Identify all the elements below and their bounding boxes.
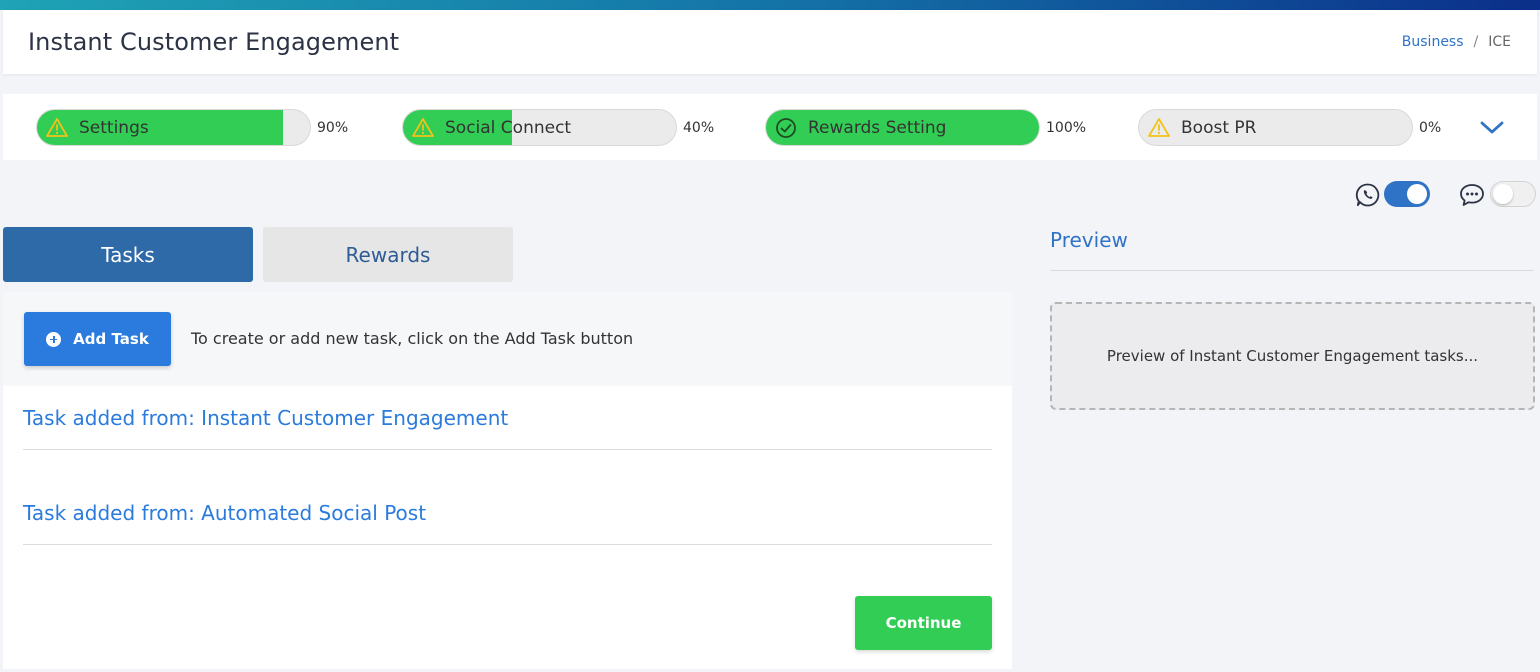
toggle-knob	[1407, 184, 1427, 204]
tasks-panel-header: Add Task To create or add new task, clic…	[3, 292, 1012, 386]
chat-bubble-icon	[1460, 184, 1484, 206]
check-circle-icon	[776, 118, 796, 138]
whatsapp-icon	[1355, 183, 1380, 207]
step-settings-percent: 90%	[317, 120, 349, 136]
step-social-connect[interactable]: Social Connect	[402, 109, 677, 146]
step-boost-pr[interactable]: Boost PR	[1138, 109, 1413, 146]
task-row[interactable]: Task added from: Automated Social Post	[23, 481, 992, 545]
step-rewards-setting-percent: 100%	[1046, 120, 1087, 136]
step-social-connect-percent: 40%	[683, 120, 715, 136]
step-settings-fill	[37, 110, 283, 145]
task-row[interactable]: Task added from: Instant Customer Engage…	[23, 386, 992, 450]
plus-circle-icon	[46, 331, 62, 347]
warning-icon	[46, 118, 68, 137]
sms-toggle[interactable]	[1490, 181, 1536, 207]
breadcrumb-current: ICE	[1488, 34, 1511, 50]
chevron-down-icon[interactable]	[1479, 116, 1505, 138]
tasks-panel: Add Task To create or add new task, clic…	[3, 292, 1012, 669]
step-settings[interactable]: Settings	[36, 109, 311, 146]
task-title: Task added from: Automated Social Post	[23, 501, 427, 525]
preview-divider	[1050, 270, 1534, 271]
warning-icon	[412, 118, 434, 137]
toggle-knob	[1493, 184, 1513, 204]
warning-icon	[1148, 118, 1170, 137]
whatsapp-toggle[interactable]	[1384, 181, 1430, 207]
add-task-hint: To create or add new task, click on the …	[191, 329, 634, 348]
tab-rewards[interactable]: Rewards	[263, 227, 513, 282]
top-accent-bar	[0, 0, 1540, 10]
tab-tasks[interactable]: Tasks	[3, 227, 253, 282]
task-title: Task added from: Instant Customer Engage…	[23, 406, 509, 430]
page-title: Instant Customer Engagement	[28, 28, 400, 56]
page-header: Instant Customer Engagement Business / I…	[3, 10, 1537, 74]
setup-progress-panel: Settings 90% Social Connect 40% Rewards …	[3, 94, 1537, 160]
step-rewards-setting-label: Rewards Setting	[808, 118, 947, 138]
preview-title: Preview	[1050, 228, 1128, 252]
step-rewards-setting[interactable]: Rewards Setting	[765, 109, 1040, 146]
continue-button[interactable]: Continue	[855, 596, 992, 650]
step-boost-pr-percent: 0%	[1419, 120, 1442, 136]
step-boost-pr-label: Boost PR	[1181, 118, 1257, 138]
breadcrumb-business-link[interactable]: Business	[1402, 34, 1464, 50]
breadcrumb: Business / ICE	[1402, 34, 1511, 50]
step-settings-label: Settings	[79, 118, 149, 138]
add-task-button-label: Add Task	[73, 330, 149, 348]
add-task-button[interactable]: Add Task	[24, 312, 171, 366]
preview-placeholder: Preview of Instant Customer Engagement t…	[1106, 347, 1479, 365]
breadcrumb-separator: /	[1473, 34, 1479, 50]
preview-box: Preview of Instant Customer Engagement t…	[1050, 302, 1535, 410]
step-social-connect-label: Social Connect	[445, 118, 572, 138]
